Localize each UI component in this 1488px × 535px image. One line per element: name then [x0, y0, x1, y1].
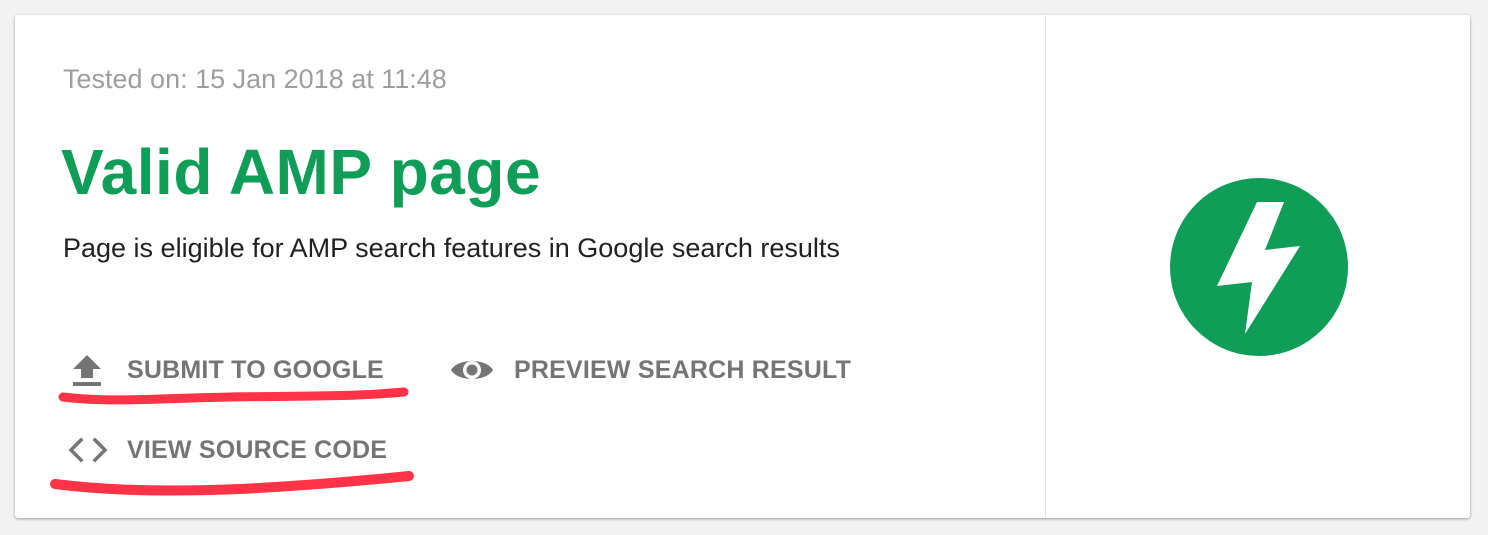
eye-icon	[449, 352, 495, 388]
result-description: Page is eligible for AMP search features…	[63, 233, 840, 263]
result-details-panel: Tested on: 15 Jan 2018 at 11:48 Valid AM…	[15, 15, 1045, 518]
view-source-code-label: VIEW SOURCE CODE	[127, 435, 388, 464]
status-logo-panel	[1046, 15, 1470, 518]
preview-search-result-button[interactable]: PREVIEW SEARCH RESULT	[449, 352, 851, 388]
submit-to-google-label: SUBMIT TO GOOGLE	[127, 355, 384, 384]
upload-icon	[67, 352, 107, 388]
amp-test-result-card: Tested on: 15 Jan 2018 at 11:48 Valid AM…	[15, 15, 1470, 518]
preview-search-result-label: PREVIEW SEARCH RESULT	[514, 355, 852, 384]
code-brackets-icon	[67, 432, 109, 468]
view-source-code-button[interactable]: VIEW SOURCE CODE	[67, 432, 387, 468]
result-title: Valid AMP page	[61, 136, 542, 208]
tested-on-timestamp: Tested on: 15 Jan 2018 at 11:48	[63, 64, 447, 94]
submit-to-google-button[interactable]: SUBMIT TO GOOGLE	[67, 352, 384, 388]
amp-lightning-logo-icon	[1170, 178, 1348, 356]
